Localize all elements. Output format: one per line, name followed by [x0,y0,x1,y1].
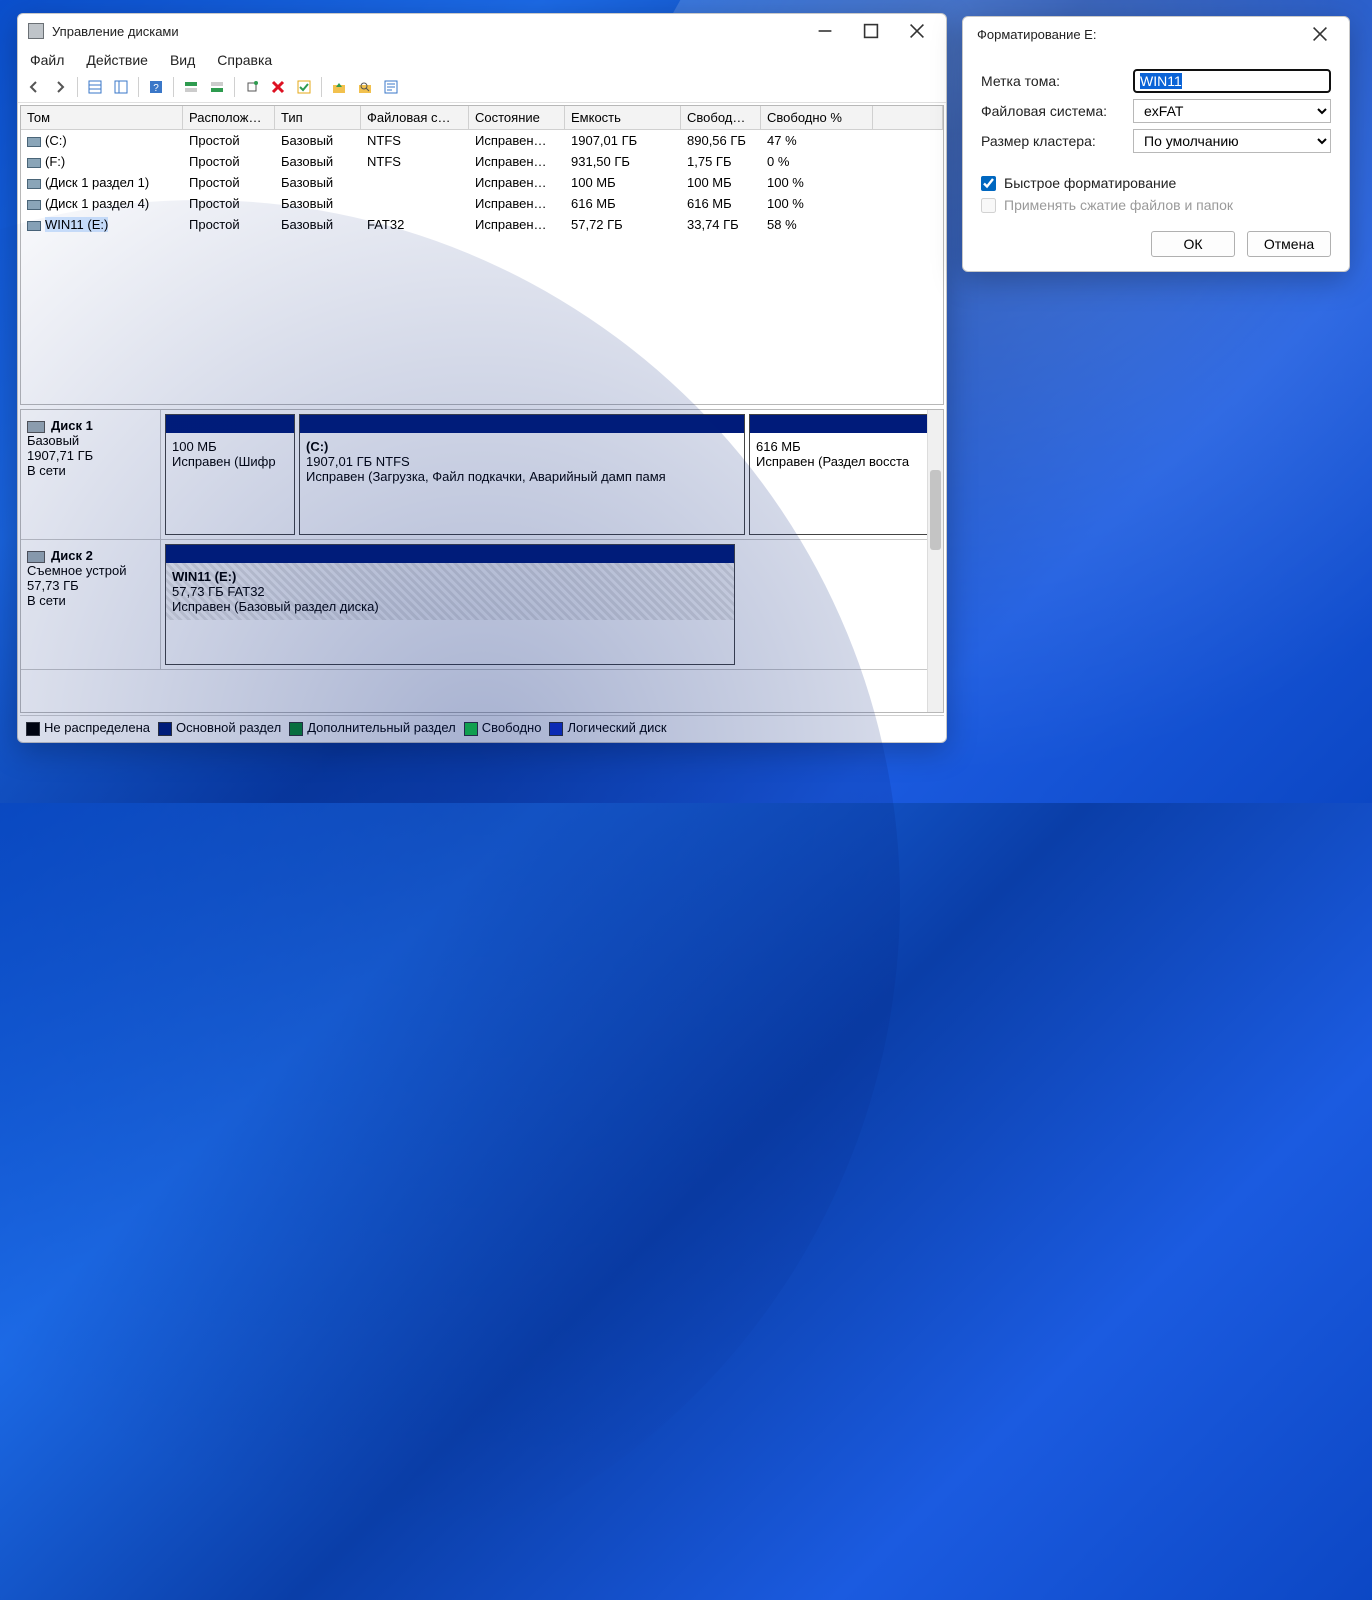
col-status[interactable]: Состояние [469,106,565,129]
titlebar[interactable]: Форматирование E: [963,17,1349,51]
cluster-size-select[interactable]: По умолчанию [1133,129,1331,153]
top-icon[interactable] [179,76,203,98]
bottom-icon[interactable] [205,76,229,98]
forward-button[interactable] [48,76,72,98]
col-layout[interactable]: Располож… [183,106,275,129]
menu-file[interactable]: Файл [30,52,64,68]
disk-icon [27,421,45,433]
col-capacity[interactable]: Емкость [565,106,681,129]
properties-icon[interactable] [379,76,403,98]
toolbar: ? [18,74,946,103]
volume-label-input[interactable] [1133,69,1331,93]
col-fs[interactable]: Файловая с… [361,106,469,129]
filesystem-select[interactable]: exFAT [1133,99,1331,123]
view-list-icon[interactable] [83,76,107,98]
disk-info[interactable]: Диск 1 Базовый 1907,71 ГБ В сети [21,410,161,539]
app-icon [28,23,44,39]
titlebar[interactable]: Управление дисками [18,14,946,48]
label-volume: Метка тома: [981,73,1133,89]
compression-input [981,198,996,213]
disk-row: Диск 1 Базовый 1907,71 ГБ В сети 100 МБ … [21,410,943,540]
view-detail-icon[interactable] [109,76,133,98]
partition-selected[interactable]: WIN11 (E:) 57,73 ГБ FAT32 Исправен (Базо… [165,544,735,665]
refresh-icon[interactable] [240,76,264,98]
menu-help[interactable]: Справка [217,52,272,68]
format-dialog: Форматирование E: Метка тома: Файловая с… [962,16,1350,272]
delete-icon[interactable] [266,76,290,98]
partition[interactable]: 616 МБ Исправен (Раздел восста [749,414,939,535]
table-row[interactable]: (Диск 1 раздел 1)ПростойБазовыйИсправен…… [21,172,943,193]
table-row[interactable]: (C:)ПростойБазовыйNTFSИсправен…1907,01 Г… [21,130,943,151]
disk-row: Диск 2 Съемное устрой 57,73 ГБ В сети WI… [21,540,943,670]
compression-checkbox: Применять сжатие файлов и папок [981,197,1331,213]
search-icon[interactable] [353,76,377,98]
close-button[interactable] [1297,18,1343,50]
disk-info[interactable]: Диск 2 Съемное устрой 57,73 ГБ В сети [21,540,161,669]
col-freepct[interactable]: Свободно % [761,106,873,129]
quick-format-checkbox[interactable]: Быстрое форматирование [981,175,1331,191]
column-headers[interactable]: Том Располож… Тип Файловая с… Состояние … [21,106,943,130]
window-title: Управление дисками [52,24,802,39]
quick-format-input[interactable] [981,176,996,191]
menu-action[interactable]: Действие [86,52,148,68]
ok-button[interactable]: ОК [1151,231,1235,257]
partition[interactable]: 100 МБ Исправен (Шифр [165,414,295,535]
label-cluster: Размер кластера: [981,133,1133,149]
menu-view[interactable]: Вид [170,52,195,68]
cancel-button[interactable]: Отмена [1247,231,1331,257]
maximize-button[interactable] [848,15,894,47]
table-row[interactable]: (F:)ПростойБазовыйNTFSИсправен…931,50 ГБ… [21,151,943,172]
label-filesystem: Файловая система: [981,103,1133,119]
dialog-title: Форматирование E: [977,27,1297,42]
up-folder-icon[interactable] [327,76,351,98]
table-row[interactable]: WIN11 (E:)ПростойБазовыйFAT32Исправен…57… [21,214,943,235]
close-button[interactable] [894,15,940,47]
svg-text:?: ? [153,83,159,94]
disk-graphical-view[interactable]: Диск 1 Базовый 1907,71 ГБ В сети 100 МБ … [20,409,944,713]
back-button[interactable] [22,76,46,98]
partition[interactable]: (C:) 1907,01 ГБ NTFS Исправен (Загрузка,… [299,414,745,535]
table-row[interactable]: (Диск 1 раздел 4)ПростойБазовыйИсправен…… [21,193,943,214]
check-icon[interactable] [292,76,316,98]
col-volume[interactable]: Том [21,106,183,129]
scrollbar-thumb[interactable] [930,470,941,550]
legend: Не распределена Основной раздел Дополнит… [20,715,944,740]
scrollbar[interactable] [927,410,943,712]
volume-list[interactable]: Том Располож… Тип Файловая с… Состояние … [20,105,944,405]
minimize-button[interactable] [802,15,848,47]
help-icon[interactable]: ? [144,76,168,98]
col-free[interactable]: Свобод… [681,106,761,129]
menubar: Файл Действие Вид Справка [18,48,946,74]
col-type[interactable]: Тип [275,106,361,129]
disk-management-window: Управление дисками Файл Действие Вид Спр… [17,13,947,743]
disk-icon [27,551,45,563]
